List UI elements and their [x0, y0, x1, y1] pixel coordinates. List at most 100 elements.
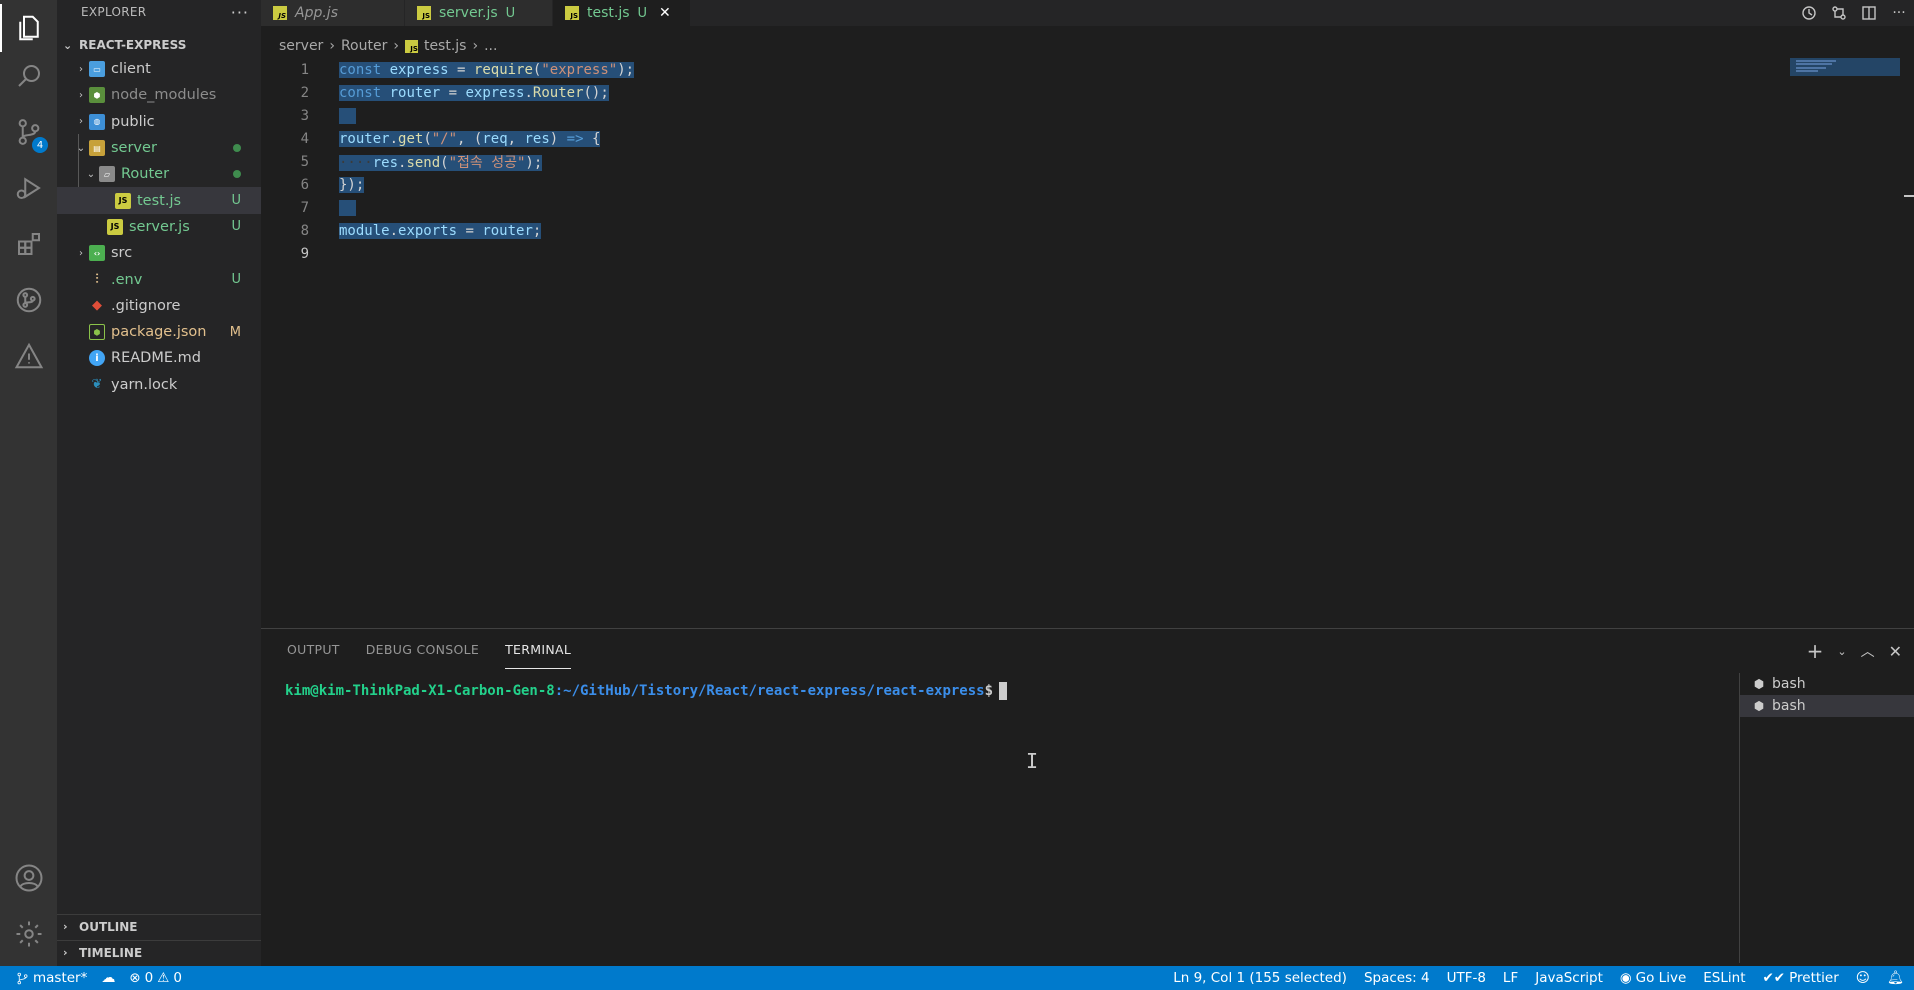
tree-item-label: public	[111, 113, 155, 130]
yarn-icon: ❦	[91, 377, 103, 393]
timeline-section[interactable]: › TIMELINE	[57, 940, 261, 964]
tree-item-label: node_modules	[111, 87, 217, 104]
git-file-icon: ◆	[92, 298, 102, 314]
branch-indicator[interactable]: master*	[16, 970, 87, 986]
go-live-button[interactable]: ◉ Go Live	[1620, 970, 1686, 986]
tree-item-env[interactable]: ⫶ .env U	[57, 266, 261, 292]
line-number: 6	[300, 176, 309, 193]
code-text: const router = express.Router();	[339, 84, 609, 101]
prettier-label: Prettier	[1789, 970, 1839, 986]
info-icon: i	[89, 350, 105, 367]
run-debug-icon[interactable]	[0, 160, 57, 216]
code-text	[339, 199, 356, 216]
end-of-line[interactable]: LF	[1503, 970, 1518, 986]
tree-item-label: .gitignore	[111, 297, 181, 314]
activity-bar: 4	[0, 0, 57, 966]
tree-item-server-js[interactable]: JS server.js U	[57, 214, 261, 240]
untracked-badge: U	[505, 5, 516, 21]
prettier-status[interactable]: ✔✔ Prettier	[1763, 970, 1839, 986]
tab-output[interactable]: OUTPUT	[287, 642, 340, 657]
split-editor-icon[interactable]	[1860, 4, 1878, 22]
timeline-history-icon[interactable]	[1800, 4, 1818, 22]
tab-debug-console[interactable]: DEBUG CONSOLE	[366, 642, 479, 657]
code-editor[interactable]: 1 const express = require("express"); 2 …	[261, 58, 1914, 628]
breadcrumb-item[interactable]: Router	[341, 38, 387, 54]
untracked-badge: U	[637, 5, 648, 21]
terminal-item[interactable]: bash	[1740, 695, 1914, 717]
tree-item-server[interactable]: ⌄ ▤ server	[57, 135, 261, 161]
tab-label: server.js	[439, 5, 498, 21]
eslint-status[interactable]: ESLint	[1703, 970, 1745, 986]
more-actions-icon[interactable]: ···	[231, 3, 249, 22]
warning-icon: ⚠	[157, 970, 170, 986]
terminal-list: bash bash	[1739, 673, 1914, 963]
tree-item-label: client	[111, 61, 151, 78]
sync-icon[interactable]: ☁	[101, 970, 115, 986]
prompt-dollar: $	[984, 683, 994, 699]
tree-item-router[interactable]: ⌄ ▱ Router	[57, 161, 261, 187]
tab-test-js[interactable]: JS test.js U ✕	[553, 0, 691, 26]
feedback-icon[interactable]: ☺	[1856, 970, 1870, 986]
breadcrumb-item[interactable]: ...	[484, 38, 497, 54]
broadcast-icon: ◉	[1619, 970, 1632, 986]
search-icon[interactable]	[0, 48, 57, 104]
check-all-icon: ✔✔	[1762, 970, 1786, 986]
source-control-icon[interactable]: 4	[0, 104, 57, 160]
line-number: 2	[300, 84, 309, 101]
encoding[interactable]: UTF-8	[1447, 970, 1486, 986]
folder-src-icon: ‹›	[89, 245, 105, 262]
close-panel-icon[interactable]: ✕	[1889, 642, 1902, 661]
notifications-bell-icon[interactable]: 🔔︎	[1887, 970, 1904, 986]
git-graph-icon[interactable]	[0, 272, 57, 328]
tree-item-label: server	[111, 140, 157, 157]
outline-section[interactable]: › OUTLINE	[57, 914, 261, 938]
editor-tabs: JS App.js JS server.js U JS test.js U ✕ …	[261, 0, 1914, 26]
tree-item-public[interactable]: › ◍ public	[57, 109, 261, 135]
extensions-icon[interactable]	[0, 216, 57, 272]
breadcrumb-item[interactable]: test.js	[424, 38, 467, 54]
minimap[interactable]	[1790, 58, 1900, 76]
tree-item-label: README.md	[111, 350, 201, 367]
breadcrumb-item[interactable]: server	[279, 38, 323, 54]
problems-icon[interactable]	[0, 328, 57, 384]
settings-gear-icon[interactable]	[0, 906, 57, 962]
chevron-right-icon: ›	[79, 89, 83, 101]
tab-app-js[interactable]: JS App.js	[261, 0, 405, 26]
code-line: 1 const express = require("express");	[261, 58, 1914, 81]
maximize-panel-icon[interactable]: ︿	[1861, 641, 1875, 661]
new-terminal-icon[interactable]: +	[1807, 639, 1824, 663]
tab-label: App.js	[295, 5, 338, 21]
terminal-item[interactable]: bash	[1740, 673, 1914, 695]
language-mode[interactable]: JavaScript	[1535, 970, 1603, 986]
branch-name: master*	[33, 970, 88, 986]
terminal-shell-icon	[1752, 677, 1766, 691]
compare-changes-icon[interactable]	[1830, 4, 1848, 22]
problems-indicator[interactable]: ⊗ 0 ⚠ 0	[129, 970, 182, 986]
text-cursor-icon: I	[1026, 749, 1039, 773]
more-actions-icon[interactable]: ···	[1890, 4, 1908, 22]
tree-item-label: test.js	[137, 192, 182, 209]
workspace-folder-header[interactable]: ⌄ REACT-EXPRESS	[57, 34, 261, 56]
cursor-position[interactable]: Ln 9, Col 1 (155 selected)	[1173, 970, 1347, 986]
tree-item-readme[interactable]: i README.md	[57, 345, 261, 371]
terminal-output[interactable]: kim@kim-ThinkPad-X1-Carbon-Gen-8:~/GitHu…	[285, 682, 1008, 700]
tree-item-test-js[interactable]: JS test.js U	[57, 187, 261, 214]
tree-item-package-json[interactable]: ⬢ package.json M	[57, 319, 261, 345]
tree-item-yarn-lock[interactable]: ❦ yarn.lock	[57, 372, 261, 398]
tree-item-gitignore[interactable]: ◆ .gitignore	[57, 293, 261, 319]
code-line: 5 ····res.send("접속 성공");	[261, 150, 1914, 173]
indentation[interactable]: Spaces: 4	[1364, 970, 1430, 986]
account-icon[interactable]	[0, 850, 57, 906]
tree-item-src[interactable]: › ‹› src	[57, 240, 261, 266]
untracked-badge: U	[231, 193, 241, 209]
timeline-label: TIMELINE	[79, 945, 143, 960]
close-icon[interactable]: ✕	[659, 5, 671, 21]
tree-item-node-modules[interactable]: › ⬢ node_modules	[57, 82, 261, 108]
folder-public-icon: ◍	[89, 113, 105, 130]
tab-server-js[interactable]: JS server.js U	[405, 0, 553, 26]
tree-item-client[interactable]: › ▭ client	[57, 56, 261, 82]
terminal-dropdown-icon[interactable]: ⌄	[1837, 645, 1846, 658]
tab-terminal[interactable]: TERMINAL	[505, 642, 572, 669]
file-tree: › ▭ client › ⬢ node_modules › ◍ public ⌄…	[57, 56, 261, 398]
code-line: 3	[261, 104, 1914, 127]
